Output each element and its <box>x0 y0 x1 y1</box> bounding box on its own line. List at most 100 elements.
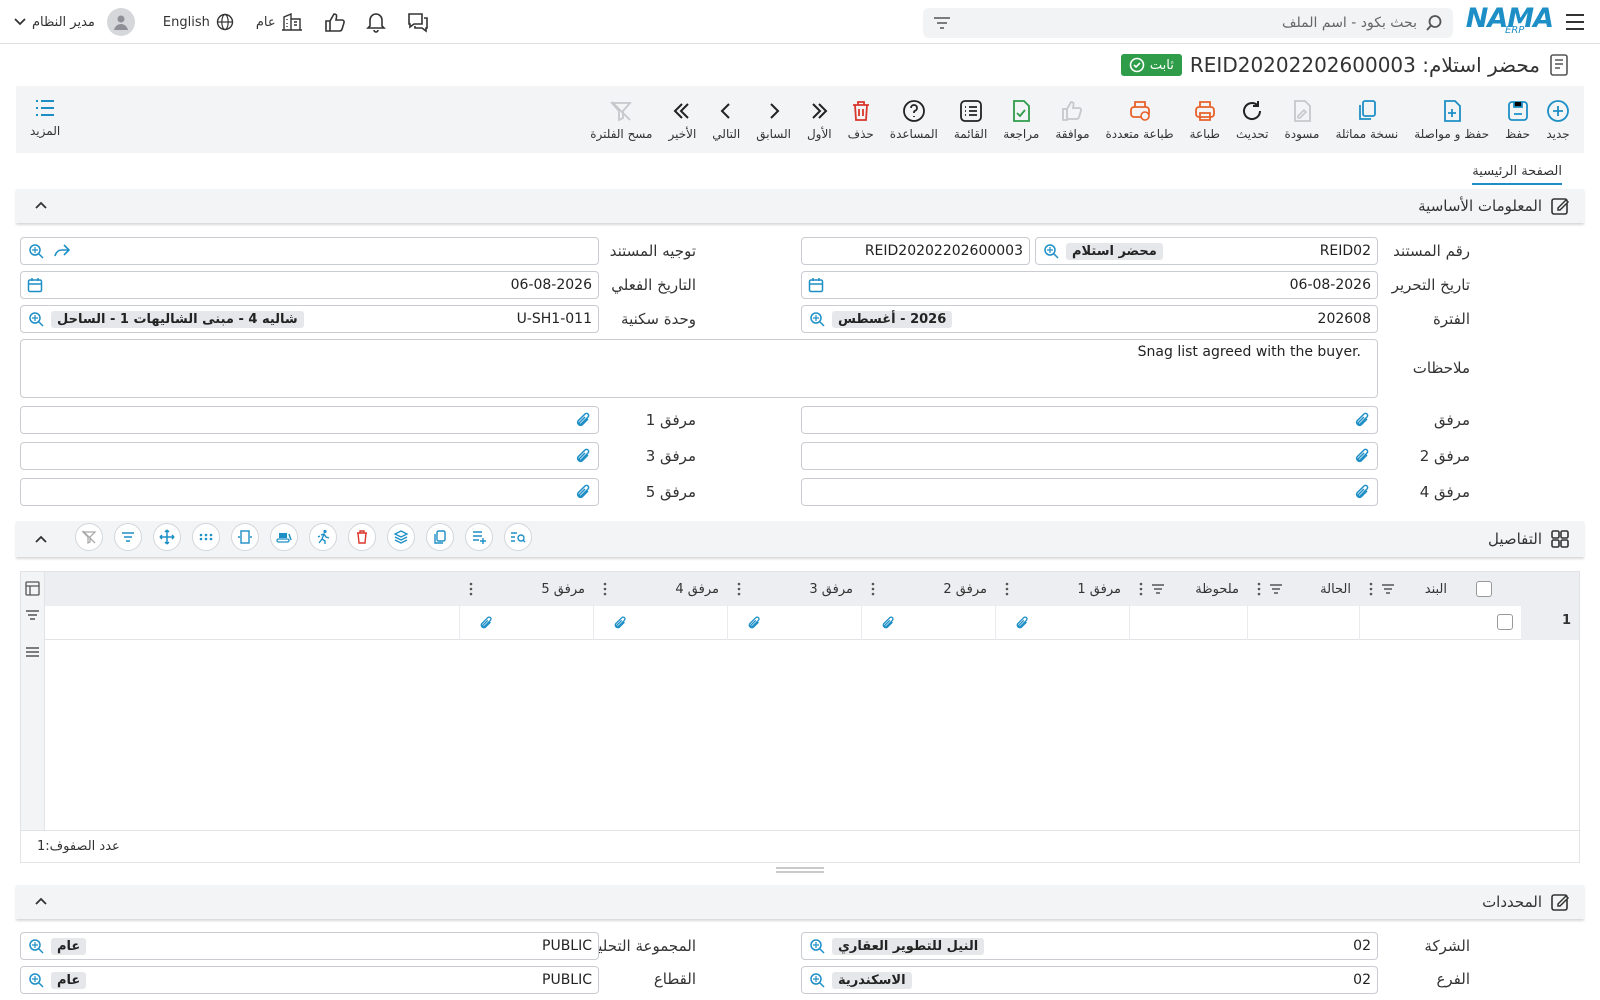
lookup-search-icon[interactable] <box>27 971 45 989</box>
grid-cell[interactable] <box>1359 606 1455 640</box>
lookup-search-icon[interactable] <box>808 937 826 955</box>
column-filter-icon[interactable] <box>1381 583 1395 595</box>
edit-date-field[interactable]: 06-08-2026 <box>801 271 1378 299</box>
column-header[interactable]: مرفق 3 <box>727 572 861 606</box>
company-field[interactable]: 02 النيل للتطوير العقاري <box>801 932 1378 960</box>
column-header[interactable]: البند <box>1359 572 1455 606</box>
grid-clear-filter-button[interactable] <box>75 523 103 551</box>
grid-fit-button[interactable] <box>231 523 259 551</box>
attachment-4-field[interactable] <box>801 478 1378 506</box>
collapse-icon[interactable] <box>34 198 48 212</box>
select-all-checkbox[interactable] <box>1455 572 1513 606</box>
tab-main[interactable]: الصفحة الرئيسية <box>1472 160 1562 185</box>
doc-direction-field[interactable] <box>20 237 599 265</box>
lookup-search-icon[interactable] <box>27 937 45 955</box>
notes-textarea[interactable]: Snag list agreed with the buyer. <box>20 339 1378 398</box>
column-menu-icon[interactable] <box>603 582 607 596</box>
lookup-search-icon[interactable] <box>27 242 45 260</box>
resize-handle[interactable] <box>776 866 824 874</box>
paperclip-icon[interactable] <box>574 411 592 429</box>
paperclip-icon[interactable] <box>880 615 896 631</box>
table-row[interactable]: 1 <box>45 606 1579 640</box>
attachment-5-field[interactable] <box>20 478 599 506</box>
column-filter-icon[interactable] <box>1151 583 1165 595</box>
period-field[interactable]: 202608 2026 - أغسطس <box>801 305 1378 333</box>
paperclip-icon[interactable] <box>1014 615 1030 631</box>
table-icon[interactable] <box>25 581 40 596</box>
sector-field[interactable]: PUBLIC عام <box>20 966 599 994</box>
attachment-3-field[interactable] <box>20 442 599 470</box>
duplicate-button[interactable]: نسخة مماثلة <box>1327 90 1406 150</box>
thumbs-up-icon[interactable] <box>324 12 346 32</box>
column-menu-icon[interactable] <box>1139 582 1143 596</box>
list-button[interactable]: القائمة <box>946 90 995 150</box>
column-header[interactable]: ملحوظة <box>1129 572 1247 606</box>
grid-dots-button[interactable] <box>192 523 220 551</box>
bell-icon[interactable] <box>365 11 386 33</box>
column-menu-icon[interactable] <box>1005 582 1009 596</box>
clear-filter-button[interactable]: مسح الفلترة <box>582 90 660 150</box>
paperclip-icon[interactable] <box>478 615 494 631</box>
grid-cell[interactable] <box>593 606 727 640</box>
branch-field[interactable]: 02 الاسكندرية <box>801 966 1378 994</box>
paperclip-icon[interactable] <box>1353 447 1371 465</box>
column-filter-icon[interactable] <box>1269 583 1283 595</box>
grid-delete-button[interactable] <box>348 523 376 551</box>
draft-button[interactable]: مسودة <box>1276 90 1327 150</box>
paperclip-icon[interactable] <box>574 483 592 501</box>
column-header[interactable]: الحالة <box>1247 572 1359 606</box>
section-determinants[interactable]: المحددات <box>16 885 1584 919</box>
lookup-search-icon[interactable] <box>808 310 826 328</box>
column-header[interactable]: مرفق 4 <box>593 572 727 606</box>
grid-bulldozer-button[interactable] <box>270 523 298 551</box>
lookup-search-icon[interactable] <box>1042 242 1060 260</box>
help-button[interactable]: المساعدة <box>882 90 946 150</box>
filter-icon[interactable] <box>933 16 951 30</box>
grid-layers-button[interactable] <box>387 523 415 551</box>
grid-copy-button[interactable] <box>426 523 454 551</box>
unit-field[interactable]: U-SH1-011 شاليه 4 - مبنى الشاليهات 1 - ا… <box>20 305 599 333</box>
paperclip-icon[interactable] <box>746 615 762 631</box>
actual-date-field[interactable]: 06-08-2026 <box>20 271 599 299</box>
multi-print-button[interactable]: طباعة متعددة <box>1098 90 1182 150</box>
paperclip-icon[interactable] <box>612 615 628 631</box>
hamburger-menu-icon[interactable] <box>1564 12 1586 32</box>
column-header[interactable]: مرفق 2 <box>861 572 995 606</box>
delete-button[interactable]: حذف <box>840 90 882 150</box>
grid-add-row-button[interactable] <box>465 523 493 551</box>
lookup-search-icon[interactable] <box>808 971 826 989</box>
share-icon[interactable] <box>53 243 71 259</box>
grid-cell[interactable] <box>861 606 995 640</box>
column-header[interactable]: مرفق 5 <box>459 572 593 606</box>
analytic-group-field[interactable]: PUBLIC عام <box>20 932 599 960</box>
company-switcher[interactable]: عام <box>256 13 302 31</box>
grid-cell[interactable] <box>1247 606 1359 640</box>
collapse-icon[interactable] <box>34 532 48 546</box>
save-button[interactable]: حفظ <box>1497 90 1538 150</box>
grid-cell[interactable] <box>1129 606 1247 640</box>
column-menu-icon[interactable] <box>1369 582 1373 596</box>
column-menu-icon[interactable] <box>737 582 741 596</box>
approve-button[interactable]: موافقة <box>1047 90 1097 150</box>
user-menu[interactable]: مدير النظام <box>14 8 135 36</box>
column-menu-icon[interactable] <box>1257 582 1261 596</box>
grid-cell[interactable] <box>995 606 1129 640</box>
grid-move-button[interactable] <box>153 523 181 551</box>
attachment-1-field[interactable] <box>20 406 599 434</box>
menu-lines-icon[interactable] <box>25 645 40 660</box>
calendar-icon[interactable] <box>808 277 824 293</box>
column-header[interactable]: مرفق 1 <box>995 572 1129 606</box>
nama-erp-logo[interactable]: NAMA ERP <box>1466 4 1554 38</box>
grid-cell[interactable] <box>727 606 861 640</box>
review-button[interactable]: مراجعة <box>995 90 1047 150</box>
lookup-search-icon[interactable] <box>27 310 45 328</box>
print-button[interactable]: طباعة <box>1182 90 1228 150</box>
save-continue-button[interactable]: حفظ و مواصلة <box>1406 90 1497 150</box>
refresh-button[interactable]: تحديث <box>1228 90 1277 150</box>
language-switcher[interactable]: English <box>163 13 234 31</box>
last-button[interactable]: الأخير <box>660 90 704 150</box>
more-button[interactable]: المزيد <box>30 96 60 138</box>
column-menu-icon[interactable] <box>871 582 875 596</box>
grid-filter-button[interactable] <box>114 523 142 551</box>
filter-icon[interactable] <box>25 608 40 623</box>
